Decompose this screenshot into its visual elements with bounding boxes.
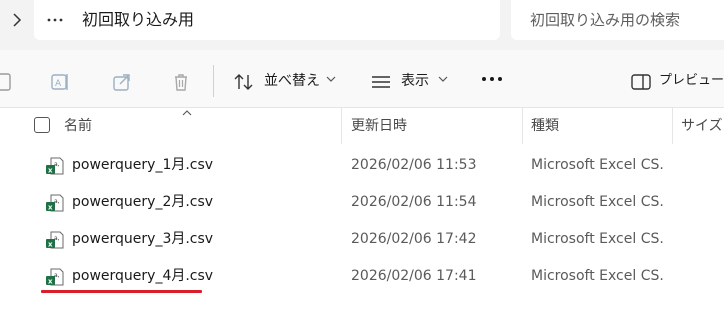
sort-ascending-icon [182,109,192,118]
highlight-underline [41,290,202,293]
svg-text:x: x [48,241,53,249]
file-name[interactable]: powerquery_4月.csv [72,266,213,286]
rename-icon[interactable]: A [48,70,72,94]
svg-text:x: x [48,204,53,212]
svg-text:x: x [48,278,53,286]
chevron-right-icon[interactable] [7,10,27,30]
file-row[interactable]: a, x powerquery_2月.csv 2026/02/06 11:54 … [0,184,724,221]
preview-pane-icon[interactable] [629,70,653,94]
column-header-name[interactable]: 名前 [64,116,92,136]
column-separator[interactable] [672,108,673,144]
new-item-icon[interactable] [0,70,16,94]
view-list-icon[interactable] [369,70,393,94]
excel-csv-icon: a, x [46,268,64,286]
sort-icon[interactable] [232,70,256,94]
chevron-down-icon[interactable] [438,75,448,86]
excel-csv-icon: a, x [46,157,64,175]
share-icon[interactable] [110,70,134,94]
trash-icon[interactable] [169,70,193,94]
excel-csv-icon: a, x [46,194,64,212]
file-name[interactable]: powerquery_1月.csv [72,155,213,175]
file-row[interactable]: a, x powerquery_1月.csv 2026/02/06 11:53 … [0,147,724,184]
select-all-checkbox[interactable] [34,117,50,133]
toolbar-divider [213,65,214,97]
more-options-icon[interactable] [480,69,504,94]
file-type: Microsoft Excel CS... [531,268,665,284]
breadcrumb-current-folder[interactable]: 初回取り込み用 [82,9,194,31]
svg-text:x: x [48,167,53,175]
file-modified: 2026/02/06 11:53 [351,157,477,173]
column-header-type[interactable]: 種類 [531,116,559,136]
file-type: Microsoft Excel CS... [531,231,665,247]
column-header-size[interactable]: サイズ [681,116,723,136]
svg-text:A: A [55,79,62,89]
sort-button[interactable]: 並べ替え [264,71,320,91]
more-breadcrumbs-icon[interactable] [46,10,70,30]
excel-csv-icon: a, x [46,231,64,249]
file-type: Microsoft Excel CS... [531,194,665,210]
command-bar [0,50,724,108]
column-header-modified[interactable]: 更新日時 [351,116,407,136]
search-placeholder: 初回取り込み用の検索 [530,11,681,29]
file-type: Microsoft Excel CS... [531,157,665,173]
chevron-down-icon[interactable] [326,75,336,86]
column-separator[interactable] [341,108,342,144]
file-modified: 2026/02/06 17:41 [351,268,477,284]
preview-button[interactable]: プレビュー [659,71,724,91]
column-separator[interactable] [522,108,523,144]
file-modified: 2026/02/06 17:42 [351,231,477,247]
file-row[interactable]: a, x powerquery_3月.csv 2026/02/06 17:42 … [0,221,724,258]
file-name[interactable]: powerquery_3月.csv [72,229,213,249]
file-name[interactable]: powerquery_2月.csv [72,192,213,212]
file-modified: 2026/02/06 11:54 [351,194,477,210]
view-button[interactable]: 表示 [401,71,429,91]
